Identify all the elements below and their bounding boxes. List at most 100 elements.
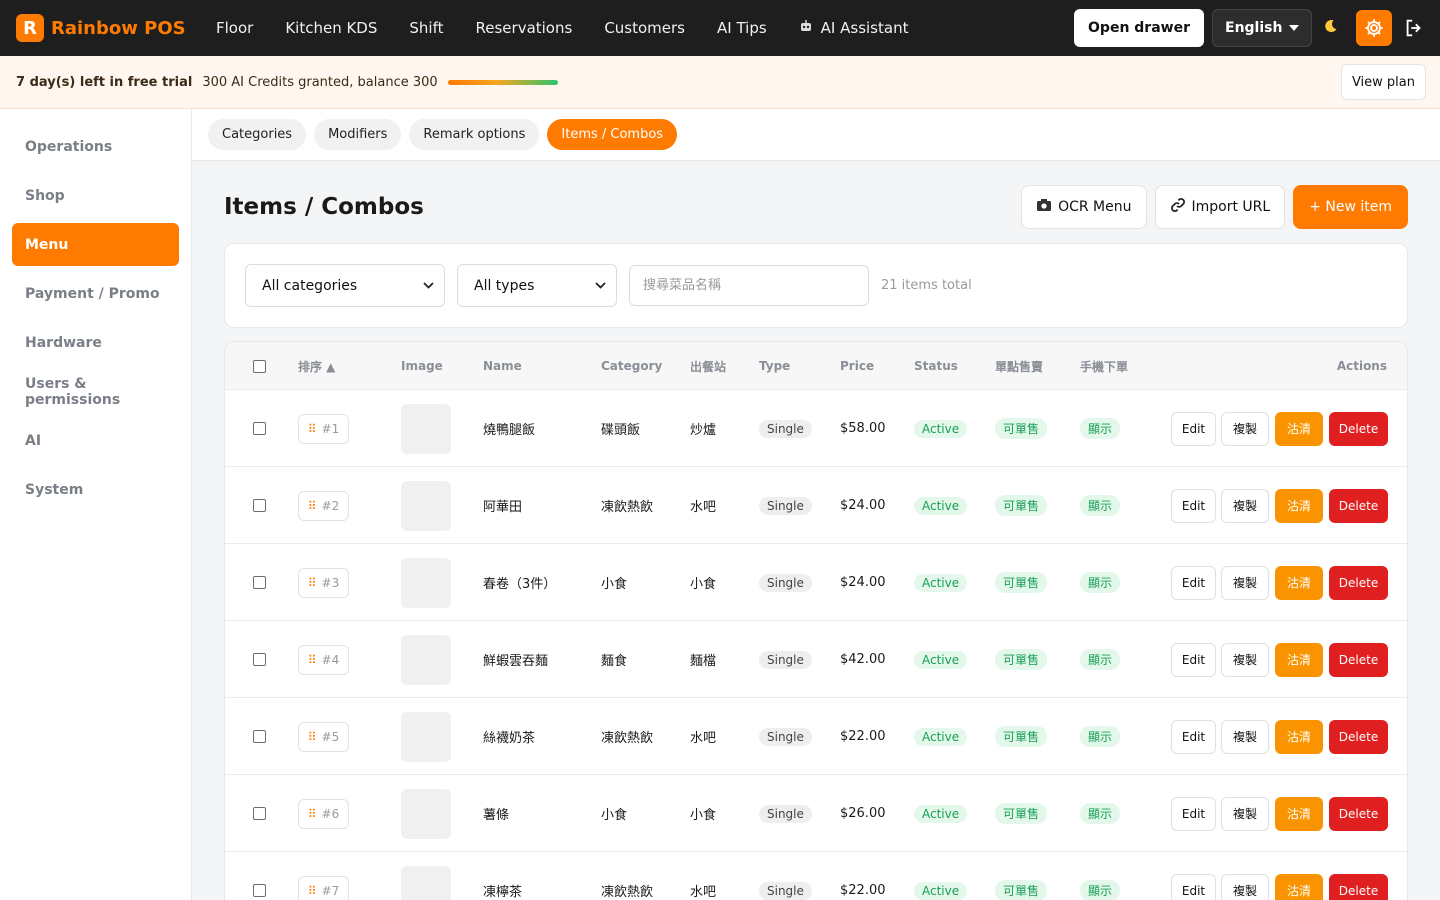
drag-dots-icon: ⠿	[307, 652, 317, 667]
ocr-menu-button[interactable]: OCR Menu	[1021, 185, 1147, 229]
sidebar-item-payment-promo[interactable]: Payment / Promo	[12, 272, 179, 315]
nav-ai-tips[interactable]: AI Tips	[717, 19, 767, 37]
copy-button[interactable]: 複製	[1221, 411, 1269, 446]
drag-handle[interactable]: ⠿ #3	[298, 567, 349, 598]
sidebar-item-operations[interactable]: Operations	[12, 125, 179, 168]
order-number: #2	[321, 498, 340, 513]
order-number: #1	[321, 421, 340, 436]
tab-remark-options[interactable]: Remark options	[409, 119, 540, 150]
row-checkbox[interactable]	[253, 499, 266, 512]
new-item-button[interactable]: + New item	[1293, 185, 1408, 229]
tab-categories[interactable]: Categories	[208, 119, 307, 150]
edit-button[interactable]: Edit	[1171, 873, 1216, 900]
edit-button[interactable]: Edit	[1171, 719, 1216, 754]
row-actions: Edit 複製 沽清 Delete	[1171, 698, 1388, 775]
select-all-checkbox[interactable]	[253, 359, 266, 373]
sidebar-item-shop[interactable]: Shop	[12, 174, 179, 217]
view-plan-button[interactable]: View plan	[1340, 64, 1426, 100]
sidebar-item-menu[interactable]: Menu	[12, 223, 179, 266]
single-sale-badge: 可單售	[995, 572, 1048, 593]
nav-kitchen-kds[interactable]: Kitchen KDS	[285, 19, 377, 37]
nav-customers[interactable]: Customers	[604, 19, 685, 37]
tab-items-combos[interactable]: Items / Combos	[547, 119, 678, 150]
item-name: 阿華田	[483, 500, 523, 515]
single-sale-badge: 可單售	[995, 726, 1048, 747]
sold-out-button[interactable]: 沽清	[1275, 796, 1323, 831]
single-sale-cell: 可單售	[995, 467, 1048, 544]
language-select[interactable]: English	[1212, 9, 1312, 47]
delete-button[interactable]: Delete	[1329, 565, 1388, 600]
delete-button[interactable]: Delete	[1329, 873, 1388, 900]
copy-button[interactable]: 複製	[1221, 796, 1269, 831]
header-price: Price	[840, 359, 875, 373]
sidebar-item-system[interactable]: System	[12, 468, 179, 511]
nav-ai-assistant[interactable]: AI Assistant	[799, 19, 908, 37]
sold-out-button[interactable]: 沽清	[1275, 488, 1323, 523]
copy-button[interactable]: 複製	[1221, 719, 1269, 754]
row-checkbox[interactable]	[253, 422, 266, 435]
edit-button[interactable]: Edit	[1171, 411, 1216, 446]
row-checkbox[interactable]	[253, 653, 266, 666]
type-badge: Single	[759, 419, 812, 438]
nav-floor[interactable]: Floor	[216, 19, 253, 37]
brand[interactable]: R Rainbow POS	[16, 14, 216, 42]
sold-out-button[interactable]: 沽清	[1275, 411, 1323, 446]
nav-shift[interactable]: Shift	[409, 19, 443, 37]
edit-button[interactable]: Edit	[1171, 565, 1216, 600]
sidebar-item-ai[interactable]: AI	[12, 419, 179, 462]
sidebar-item-hardware[interactable]: Hardware	[12, 321, 179, 364]
row-checkbox-cell	[253, 852, 266, 900]
table-row: ⠿ #2 阿華田 凍飲熱飲 水吧 Single $24.00 Active 可單售…	[225, 467, 1407, 544]
row-actions: Edit 複製 沽清 Delete	[1171, 852, 1388, 900]
delete-button[interactable]: Delete	[1329, 411, 1388, 446]
copy-button[interactable]: 複製	[1221, 565, 1269, 600]
edit-button[interactable]: Edit	[1171, 796, 1216, 831]
header-order[interactable]: 排序 ▲	[298, 342, 335, 390]
delete-button[interactable]: Delete	[1329, 719, 1388, 754]
header-image: Image	[401, 359, 443, 373]
menu-subtabs: Categories Modifiers Remark options Item…	[192, 109, 1440, 161]
type-filter-select[interactable]: All types	[457, 264, 617, 307]
drag-handle[interactable]: ⠿ #1	[298, 413, 349, 444]
settings-button[interactable]	[1356, 10, 1392, 46]
drag-handle[interactable]: ⠿ #2	[298, 490, 349, 521]
header-name: Name	[483, 359, 522, 373]
brand-name: Rainbow POS	[51, 17, 186, 39]
drag-handle[interactable]: ⠿ #7	[298, 875, 349, 900]
drag-handle[interactable]: ⠿ #6	[298, 798, 349, 829]
copy-button[interactable]: 複製	[1221, 642, 1269, 677]
item-image-placeholder	[401, 634, 451, 685]
row-checkbox[interactable]	[253, 807, 266, 820]
edit-button[interactable]: Edit	[1171, 642, 1216, 677]
type-cell: Single	[759, 852, 812, 900]
import-url-button[interactable]: Import URL	[1154, 185, 1286, 229]
delete-button[interactable]: Delete	[1329, 796, 1388, 831]
item-price: $42.00	[840, 652, 886, 667]
search-input[interactable]	[629, 265, 869, 306]
delete-button[interactable]: Delete	[1329, 488, 1388, 523]
drag-handle[interactable]: ⠿ #5	[298, 721, 349, 752]
delete-button[interactable]: Delete	[1329, 642, 1388, 677]
sold-out-button[interactable]: 沽清	[1275, 719, 1323, 754]
edit-button[interactable]: Edit	[1171, 488, 1216, 523]
copy-button[interactable]: 複製	[1221, 873, 1269, 900]
tab-modifiers[interactable]: Modifiers	[314, 119, 402, 150]
sidebar-item-users-permissions[interactable]: Users & permissions	[12, 370, 179, 413]
row-checkbox[interactable]	[253, 576, 266, 589]
sold-out-button[interactable]: 沽清	[1275, 642, 1323, 677]
logout-icon[interactable]	[1402, 16, 1426, 40]
single-sale-badge: 可單售	[995, 803, 1048, 824]
nav-reservations[interactable]: Reservations	[476, 19, 573, 37]
drag-handle[interactable]: ⠿ #4	[298, 644, 349, 675]
row-checkbox[interactable]	[253, 884, 266, 897]
copy-button[interactable]: 複製	[1221, 488, 1269, 523]
type-cell: Single	[759, 467, 812, 544]
sold-out-button[interactable]: 沽清	[1275, 565, 1323, 600]
moon-icon[interactable]	[1324, 19, 1338, 37]
item-image-placeholder	[401, 711, 451, 762]
category-filter-select[interactable]: All categories	[245, 264, 445, 307]
sold-out-button[interactable]: 沽清	[1275, 873, 1323, 900]
open-drawer-button[interactable]: Open drawer	[1074, 9, 1204, 47]
row-checkbox[interactable]	[253, 730, 266, 743]
item-category: 麵食	[601, 654, 628, 669]
